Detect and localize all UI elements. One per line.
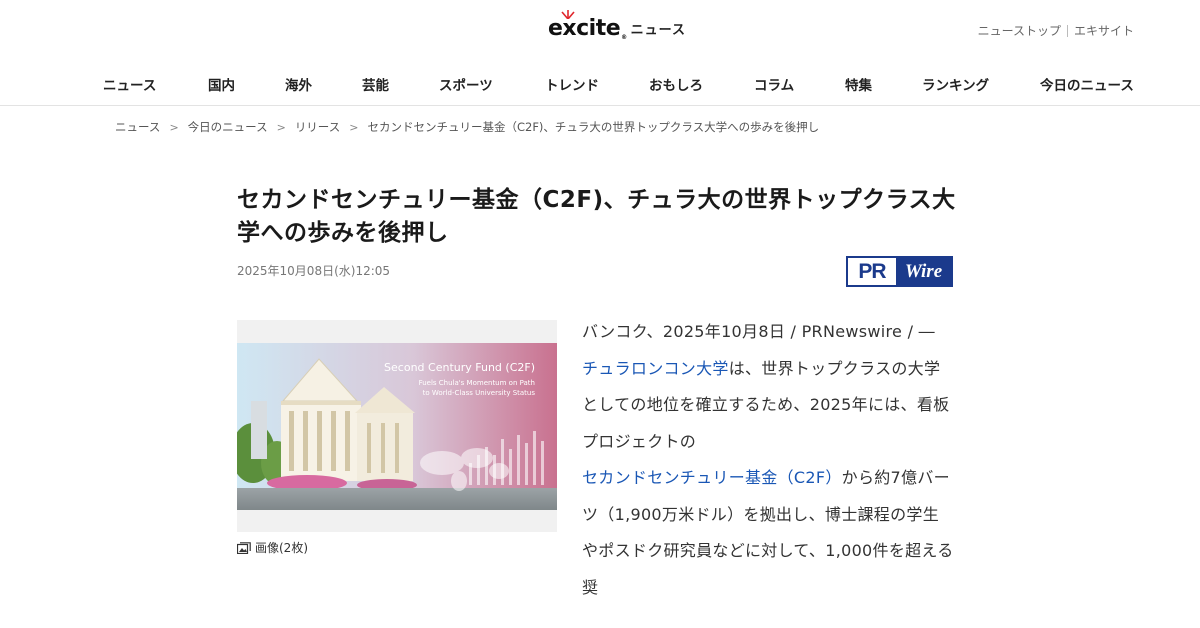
article-body: バンコク、2025年10月8日 / PRNewswire / ― チュラロンコン… [582,314,954,606]
nav-item-entertainment[interactable]: 芸能 [362,74,389,94]
article-image[interactable]: Second Century Fund (C2F) Fuels Chula's … [237,343,557,510]
chulalongkorn-link[interactable]: チュラロンコン大学 [582,359,729,378]
second-century-fund-link[interactable]: セカンドセンチュリー基金（C2F） [582,468,842,487]
image-overlay-title: Second Century Fund (C2F) [384,361,535,374]
nav-item-overseas[interactable]: 海外 [285,74,312,94]
excite-site-link[interactable]: エキサイト [1074,22,1134,39]
top-links: ニューストップ エキサイト [978,22,1134,39]
prwire-logo-wire: Wire [904,260,943,282]
logo-text: excite [548,15,621,41]
gallery-icon [237,541,251,554]
article-date: 2025年10月08日(水)12:05 [237,264,391,278]
prwire-logo[interactable]: PR Wire [846,256,953,287]
image-gallery-link[interactable]: 画像(2枚) [237,539,308,556]
excite-logo-mark: excite® [548,9,627,41]
body-text-part3: から約7億バーツ（1,900万米ドル）を拠出し、博士課程の学生やポスドク研究員な… [582,468,954,597]
nav-item-trend[interactable]: トレンド [545,74,599,94]
logo-sub-text: ニュース [630,22,686,38]
article-title: セカンドセンチュリー基金（C2F)、チュラ大の世界トップクラス大学への歩みを後押… [237,187,956,246]
chulalongkorn-building-illustration: Second Century Fund (C2F) Fuels Chula's … [237,343,557,510]
main-nav: ニュース 国内 海外 芸能 スポーツ トレンド おもしろ コラム 特集 ランキン… [0,70,1200,98]
nav-item-news[interactable]: ニュース [103,74,156,94]
breadcrumb-item-current: セカンドセンチュリー基金（C2F)、チュラ大の世界トップクラス大学への歩みを後押… [367,120,820,134]
nav-item-feature[interactable]: 特集 [845,74,872,94]
breadcrumb-separator: > [349,120,359,134]
image-overlay-line1: Fuels Chula's Momentum on Path [419,379,535,387]
nav-item-column[interactable]: コラム [754,74,794,94]
breadcrumb-item-release[interactable]: リリース [295,119,340,135]
logo-spark-icon [561,9,575,19]
nav-item-today-news[interactable]: 今日のニュース [1040,74,1134,94]
news-top-link[interactable]: ニューストップ [978,22,1061,39]
prwire-logo-pr: PR [848,258,896,285]
nav-item-domestic[interactable]: 国内 [208,74,235,94]
breadcrumb-separator: > [276,120,286,134]
breadcrumb-separator: > [169,120,179,134]
image-count-label: 画像(2枚) [255,541,308,555]
article-image-frame[interactable]: Second Century Fund (C2F) Fuels Chula's … [237,320,557,532]
toplink-divider [1066,24,1068,37]
nav-item-fun[interactable]: おもしろ [649,74,703,94]
site-header: excite® ニュース ニューストップ エキサイト ニュース 国内 海外 芸能… [0,0,1200,106]
excite-news-logo[interactable]: excite® ニュース [548,9,686,44]
breadcrumb-item-news[interactable]: ニュース [115,119,160,135]
image-overlay-line2: to World-Class University Status [423,389,536,397]
nav-item-sports[interactable]: スポーツ [439,74,493,94]
nav-item-ranking[interactable]: ランキング [922,74,989,94]
breadcrumb-item-today-news[interactable]: 今日のニュース [188,119,268,135]
breadcrumb: ニュース > 今日のニュース > リリース > セカンドセンチュリー基金（C2F… [115,119,819,135]
body-text-part1: バンコク、2025年10月8日 / PRNewswire / ― [582,322,935,341]
